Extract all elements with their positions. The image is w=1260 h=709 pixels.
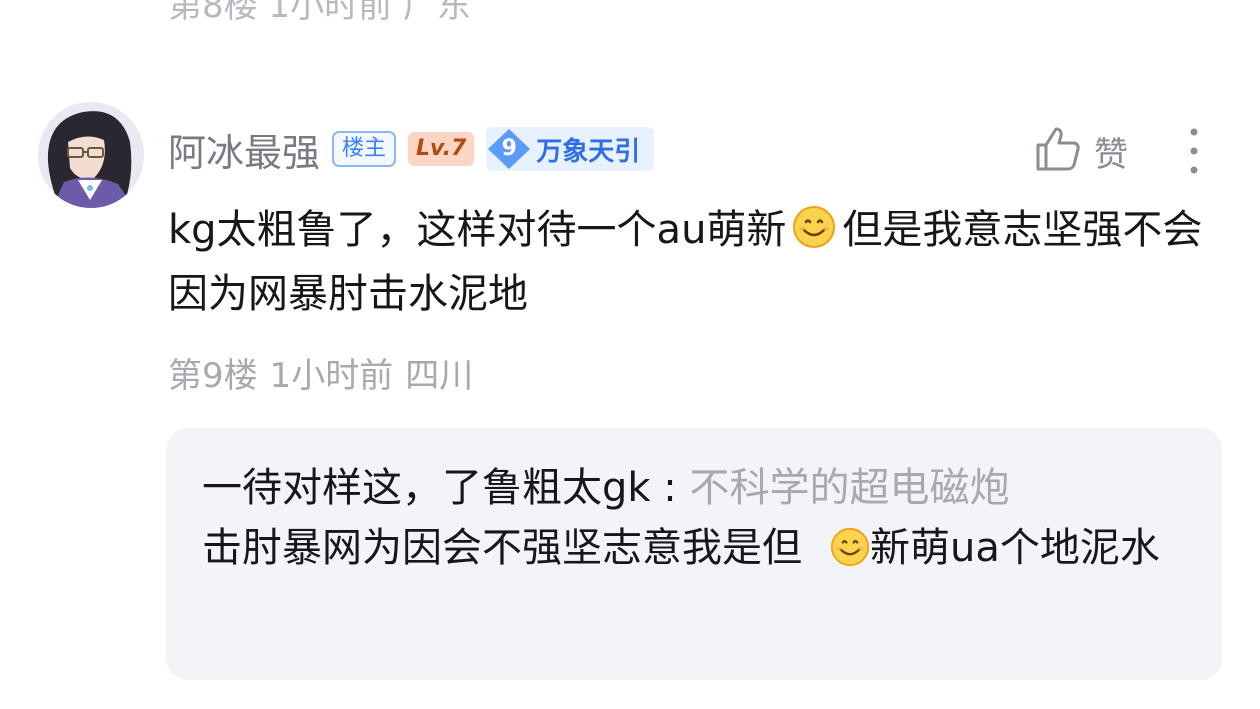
reply-separator: : [650, 465, 690, 511]
level-badge: Lv.7 [408, 132, 475, 166]
previous-comment-meta: 第8楼 1小时前 广东 [168, 0, 471, 26]
like-button[interactable]: 赞 [1034, 124, 1128, 178]
reply-text-part1: 一待对样这，了鲁粗太gk [202, 465, 651, 511]
rank-number: 9 [501, 136, 517, 161]
comment-meta: 第9楼 1小时前 四川 [168, 348, 485, 397]
comment-header: 阿冰最强 楼主 Lv.7 9 万象天引 [168, 122, 655, 177]
comment-text[interactable]: kg太粗鲁了，这样对待一个au萌新 但是我意志坚强不会因为网暴肘击水泥地 [168, 198, 1208, 326]
rank-title: 万象天引 [536, 136, 641, 167]
username[interactable]: 阿冰最强 [168, 122, 320, 177]
smiley-face-icon [830, 527, 870, 567]
comment-text-part1: kg太粗鲁了，这样对待一个au萌新 [168, 207, 787, 253]
smiley-face-icon [792, 205, 836, 249]
reply-text: 一待对样这，了鲁粗太gk : 不科学的超电磁炮击肘暴网为因会不强坚志意我是但 新… [202, 458, 1192, 578]
reply-text-part3: 新萌ua个地泥水 [870, 525, 1160, 571]
comment-thread: 第8楼 1小时前 广东 阿冰最强 楼主 Lv.7 9 万象天引 赞 kg太粗鲁了… [0, 0, 1260, 709]
rank-diamond-icon: 9 [486, 127, 536, 171]
rank-badge[interactable]: 9 万象天引 [486, 127, 655, 171]
avatar[interactable] [38, 102, 144, 208]
op-badge: 楼主 [332, 131, 397, 167]
reply-author[interactable]: 不科学的超电磁炮 [689, 465, 1009, 511]
comment-location: 四川 [405, 356, 474, 396]
reply-box[interactable]: 一待对样这，了鲁粗太gk : 不科学的超电磁炮击肘暴网为因会不强坚志意我是但 新… [166, 428, 1222, 680]
like-label: 赞 [1094, 134, 1128, 175]
thumbs-up-icon [1034, 125, 1082, 177]
comment-time: 1小时前 [269, 356, 394, 396]
more-options-icon[interactable] [1178, 126, 1210, 176]
floor-number: 第9楼 [168, 356, 258, 396]
reply-text-part2: 击肘暴网为因会不强坚志意我是但 [202, 525, 802, 571]
